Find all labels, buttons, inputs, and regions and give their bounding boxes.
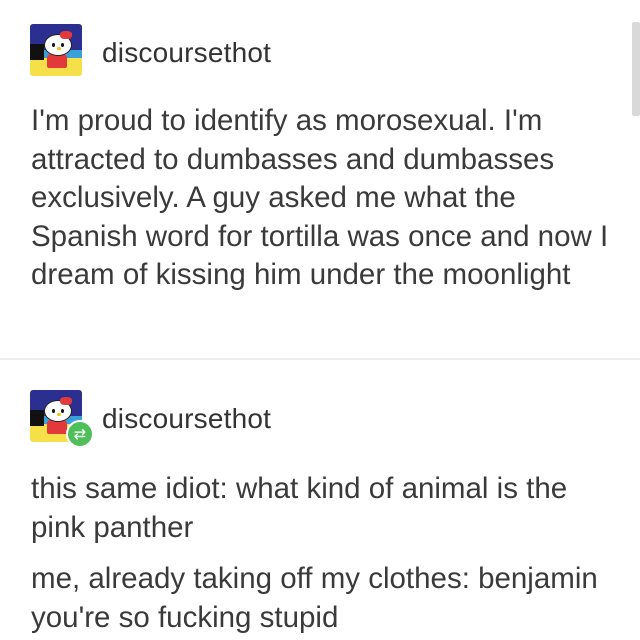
username-link[interactable]: discoursethot bbox=[102, 37, 271, 69]
post-reblog: ⇄ discoursethot this same idiot: what ki… bbox=[0, 360, 640, 640]
post-body-paragraph: me, already taking off my clothes: benja… bbox=[31, 562, 598, 634]
post-original: discoursethot I'm proud to identify as m… bbox=[0, 0, 640, 358]
post-body-paragraph: this same idiot: what kind of animal is … bbox=[31, 472, 568, 544]
scrollbar[interactable] bbox=[632, 22, 640, 116]
avatar[interactable] bbox=[30, 24, 92, 82]
avatar[interactable]: ⇄ bbox=[30, 390, 94, 448]
post-body-text: I'm proud to identify as morosexual. I'm… bbox=[31, 104, 609, 291]
hello-kitty-avatar-icon bbox=[30, 24, 82, 76]
post-header: discoursethot bbox=[30, 24, 271, 82]
username-link[interactable]: discoursethot bbox=[102, 403, 271, 435]
post-header: ⇄ discoursethot bbox=[30, 390, 271, 448]
reblog-icon: ⇄ bbox=[66, 420, 94, 448]
